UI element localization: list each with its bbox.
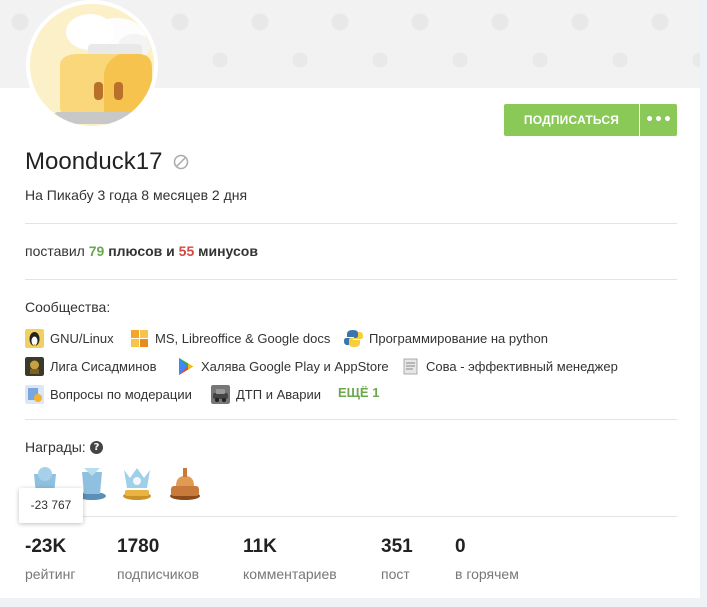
community-link[interactable]: GNU/Linux: [25, 328, 114, 348]
stat-label: подписчиков: [117, 566, 200, 582]
question-icon[interactable]: ?: [90, 441, 103, 454]
community-label: GNU/Linux: [50, 330, 114, 346]
python-icon: [344, 329, 363, 347]
stat-subscribers[interactable]: 1780 подписчиков: [117, 536, 199, 582]
subscribe-button[interactable]: ПОДПИСАТЬСЯ: [504, 104, 639, 136]
award-3-icon[interactable]: [120, 464, 154, 502]
community-label: Лига Сисадминов: [50, 358, 157, 374]
minus-count: 55: [178, 243, 195, 259]
communities-title: Сообщества:: [25, 299, 111, 315]
stat-label: пост: [381, 566, 410, 582]
office-icon: [130, 328, 149, 348]
votes-prefix: поставил: [25, 243, 89, 259]
play-store-icon: [179, 357, 193, 375]
community-link[interactable]: ДТП и Аварии: [211, 384, 321, 404]
moderation-icon: [25, 384, 44, 404]
community-label: Вопросы по модерации: [50, 386, 192, 402]
community-link[interactable]: Вопросы по модерации: [25, 384, 192, 404]
divider: [25, 223, 677, 224]
minus-word: минусов: [194, 243, 258, 259]
username: Moonduck17: [25, 148, 163, 175]
rating-tooltip: -23 767: [19, 488, 83, 523]
stat-label: в горячем: [455, 566, 519, 582]
divider: [25, 516, 677, 517]
community-link[interactable]: Программирование на python: [344, 328, 548, 348]
sysadmin-icon: [25, 356, 44, 376]
stat-value: 11K: [243, 536, 277, 557]
votes-and: и: [162, 243, 179, 259]
tenure-text: На Пикабу 3 года 8 месяцев 2 дня: [25, 187, 248, 203]
stat-comments[interactable]: 11K комментариев: [243, 536, 337, 582]
plus-word: плюсов: [104, 243, 163, 259]
stat-posts[interactable]: 351 пост: [381, 536, 413, 582]
community-label: MS, Libreoffice & Google docs: [155, 330, 331, 346]
community-link[interactable]: Лига Сисадминов: [25, 356, 157, 376]
stat-hot[interactable]: 0 в горячем: [455, 536, 519, 582]
community-label: Сова - эффективный менеджер: [426, 358, 618, 374]
stat-value: -23K: [25, 536, 67, 557]
stat-rating[interactable]: -23K рейтинг: [25, 536, 75, 582]
stat-value: 0: [455, 536, 466, 557]
community-label: ДТП и Аварии: [236, 386, 321, 402]
more-communities-link[interactable]: ЕЩЁ 1: [338, 385, 379, 400]
votes-summary: поставил 79 плюсов и 55 минусов: [25, 243, 258, 259]
stat-value: 1780: [117, 536, 160, 557]
plus-count: 79: [88, 243, 105, 259]
stat-label: рейтинг: [25, 566, 76, 582]
community-link[interactable]: Халява Google Play и AppStore: [176, 356, 389, 376]
awards-title: Награды:: [25, 439, 86, 455]
car-crash-icon: [211, 384, 230, 404]
owl-icon: [401, 356, 420, 376]
divider: [25, 419, 677, 420]
award-4-icon[interactable]: [168, 464, 202, 502]
penguin-icon: [25, 328, 44, 348]
stat-value: 351: [381, 536, 413, 557]
avatar[interactable]: [26, 0, 158, 130]
more-options-button[interactable]: •••: [640, 104, 677, 136]
community-link[interactable]: MS, Libreoffice & Google docs: [130, 328, 330, 348]
ban-icon: [173, 154, 189, 170]
community-label: Программирование на python: [369, 330, 548, 346]
community-link[interactable]: Сова - эффективный менеджер: [401, 356, 618, 376]
community-label: Халява Google Play и AppStore: [201, 358, 389, 374]
divider: [25, 279, 677, 280]
page-edge: [700, 0, 707, 607]
stat-label: комментариев: [243, 566, 337, 582]
